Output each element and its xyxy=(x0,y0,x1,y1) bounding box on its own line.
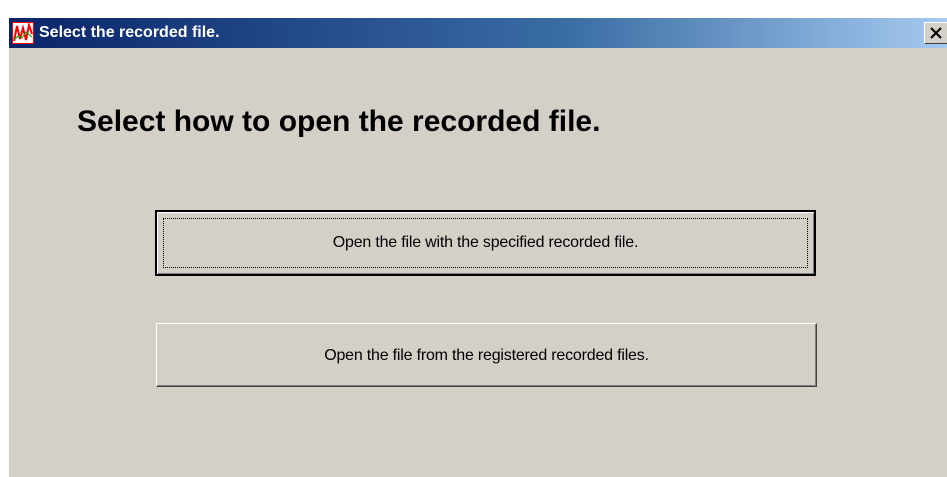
dialog-heading: Select how to open the recorded file. xyxy=(77,105,601,138)
dialog-window: Select the recorded file. Select how to … xyxy=(8,17,947,477)
title-bar[interactable]: Select the recorded file. xyxy=(9,18,947,48)
open-registered-files-button[interactable]: Open the file from the registered record… xyxy=(156,323,817,387)
close-button[interactable] xyxy=(924,22,947,44)
app-graph-icon[interactable] xyxy=(12,21,34,44)
open-specified-file-label: Open the file with the specified recorde… xyxy=(332,234,639,251)
open-specified-file-button[interactable]: Open the file with the specified recorde… xyxy=(155,210,816,276)
close-icon xyxy=(930,27,942,39)
open-registered-files-label: Open the file from the registered record… xyxy=(324,347,649,364)
window-title: Select the recorded file. xyxy=(39,24,220,41)
